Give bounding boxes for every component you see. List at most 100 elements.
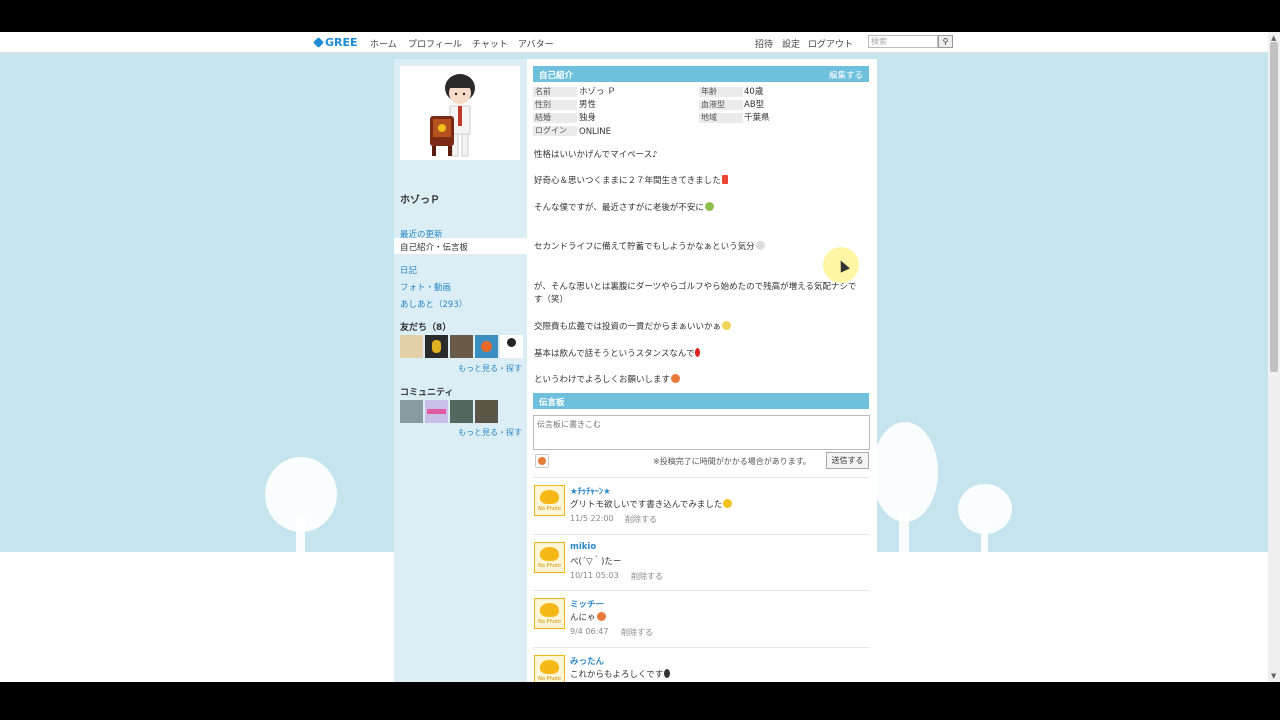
friends-heading: 友だち（8） — [400, 323, 452, 333]
tree-decoration — [958, 484, 1012, 554]
friend-thumbnail[interactable] — [400, 335, 423, 358]
page-scrollbar[interactable]: ▲ ▼ — [1268, 32, 1280, 682]
friend-thumbnail[interactable] — [500, 335, 523, 358]
profile-label-gender: 性別 — [533, 100, 577, 110]
bow-face-icon — [671, 374, 681, 383]
thought-bubble-icon — [755, 241, 765, 250]
edit-profile-link[interactable]: 編集する — [829, 69, 863, 81]
community-thumbnail[interactable] — [475, 400, 498, 423]
board-message-input[interactable] — [533, 415, 870, 450]
browser-viewport: GREE ホーム プロフィール チャット アバター 招待 設定 ログアウト 検索… — [0, 32, 1280, 682]
friend-thumbnail[interactable] — [450, 335, 473, 358]
no-photo-avatar[interactable]: No Photo — [534, 598, 565, 629]
scroll-up-icon[interactable]: ▲ — [1271, 34, 1276, 42]
scroll-down-icon[interactable]: ▼ — [1271, 672, 1276, 680]
post-date: 11/5 22:00 — [570, 514, 614, 523]
sidebar-item-footprints[interactable]: あしあと（293） — [400, 298, 467, 310]
community-more-link[interactable]: もっと見る・探す — [458, 427, 522, 438]
profile-main: 自己紹介 編集する 名前 ホゾっ Ｐ 性別 男性 結婚 独身 ログイン ONLI… — [527, 59, 877, 682]
post-delete-link[interactable]: 削除する — [621, 627, 653, 638]
post-text: んにゃ — [570, 611, 606, 623]
sidebar-item-diary[interactable]: 日記 — [400, 264, 417, 276]
chili-icon — [695, 348, 701, 357]
no-photo-avatar[interactable]: No Photo — [534, 542, 565, 573]
friend-thumbnail[interactable] — [475, 335, 498, 358]
post-date: 10/11 05:03 — [570, 571, 619, 580]
tree-decoration — [872, 422, 938, 552]
post-text: グリトモ欲しいです書き込んでみました — [570, 498, 733, 510]
double-exclamation-icon — [721, 175, 728, 184]
board-post-note: ※投稿完了に時間がかかる場合があります。 — [653, 457, 811, 466]
intro-line: セカンドライフに備えて貯蓄でもしようかなぁという気分 — [534, 240, 765, 252]
intro-line: す（笑） — [534, 295, 569, 305]
board-send-button[interactable]: 送信する — [826, 452, 869, 469]
no-photo-avatar[interactable]: No Photo — [534, 485, 565, 516]
nav-logout[interactable]: ログアウト — [808, 37, 853, 50]
footprints-icon — [664, 669, 671, 678]
intro-line: というわけでよろしくお願いします — [534, 373, 681, 385]
post-text: これからもよろしくです — [570, 668, 671, 680]
no-photo-avatar[interactable]: No Photo — [534, 655, 565, 682]
search-icon[interactable]: ⚲ — [938, 35, 953, 48]
community-thumbnail[interactable] — [425, 400, 448, 423]
profile-label-login: ログイン — [533, 126, 577, 136]
profile-label-region: 地域 — [699, 113, 743, 123]
post-author[interactable]: mikio — [570, 542, 596, 552]
board-section-title: 伝言板 — [539, 398, 565, 408]
intro-line: が、そんな思いとは裏腹にダーツやらゴルフやら始めたので残高が増える気配ナシで — [534, 282, 857, 292]
profile-label-marriage: 結婚 — [533, 113, 577, 123]
intro-line: 基本は飲んで話そうというスタンスなんで — [534, 347, 701, 359]
intro-line: そんな僕ですが、最近さすがに老後が不安に — [534, 201, 714, 213]
board-post: No Photo ミッチー んにゃ 9/4 06:47 削除する — [533, 590, 869, 647]
profile-sidebar: ホゾっＰ 最近の更新 自己紹介・伝言板 日記 フォト・動画 あしあと（293） … — [394, 59, 527, 682]
profile-value-gender: 男性 — [579, 100, 597, 110]
community-thumbnail[interactable] — [400, 400, 423, 423]
nav-settings[interactable]: 設定 — [782, 37, 800, 50]
community-thumbnail[interactable] — [450, 400, 473, 423]
nav-profile[interactable]: プロフィール — [408, 37, 462, 50]
intro-line: 性格はいいかげんでマイペース♪ — [534, 150, 658, 160]
emoji-picker-icon[interactable] — [535, 454, 549, 468]
sparkle-icon — [723, 499, 733, 508]
profile-section-header: 自己紹介 編集する — [533, 66, 869, 82]
avatar[interactable] — [400, 66, 520, 160]
profile-label-blood: 血液型 — [699, 100, 743, 110]
nav-chat[interactable]: チャット — [472, 37, 508, 50]
community-heading: コミュニティ — [400, 388, 454, 398]
profile-value-region: 千葉県 — [744, 113, 770, 123]
post-delete-link[interactable]: 削除する — [625, 514, 657, 525]
scrollbar-thumb[interactable] — [1270, 42, 1278, 372]
top-navigation-bar: GREE ホーム プロフィール チャット アバター 招待 設定 ログアウト 検索… — [0, 32, 1268, 53]
intro-line: 交際費も広義では投資の一貫だからまぁいいかぁ — [534, 320, 732, 332]
board-post: No Photo mikio ぺ(´▽｀)たー 10/11 05:03 削除する — [533, 534, 869, 591]
user-name: ホゾっＰ — [400, 195, 440, 206]
post-text: ぺ(´▽｀)たー — [570, 557, 622, 567]
gree-logo[interactable]: GREE — [313, 36, 358, 49]
sidebar-item-intro-board[interactable]: 自己紹介・伝言板 — [394, 238, 527, 254]
gree-hex-icon — [313, 37, 324, 48]
worried-face-icon — [704, 202, 714, 211]
post-author[interactable]: ★ﾁｯﾁｬｰﾝ★ — [570, 485, 611, 497]
nav-invite[interactable]: 招待 — [755, 37, 773, 50]
smile-face-icon — [722, 321, 732, 330]
friends-more-link[interactable]: もっと見る・探す — [458, 363, 522, 374]
profile-label-age: 年齢 — [699, 87, 743, 97]
post-author[interactable]: ミッチー — [570, 598, 604, 610]
search-input[interactable]: 検索 — [868, 35, 938, 48]
tree-decoration — [265, 457, 337, 557]
board-post: No Photo ★ﾁｯﾁｬｰﾝ★ グリトモ欲しいです書き込んでみました 11/… — [533, 477, 869, 534]
bow-face-icon — [596, 612, 606, 621]
post-author[interactable]: みったん — [570, 655, 604, 667]
intro-line: 好奇心＆思いつくままに２７年間生きてきました — [534, 174, 728, 186]
sidebar-item-photo[interactable]: フォト・動画 — [400, 281, 451, 293]
board-post: No Photo みったん これからもよろしくです — [533, 647, 869, 682]
board-section-header: 伝言板 — [533, 393, 869, 409]
post-delete-link[interactable]: 削除する — [631, 571, 663, 582]
nav-avatar[interactable]: アバター — [518, 37, 554, 50]
profile-value-age: 40歳 — [744, 87, 764, 97]
profile-value-name: ホゾっ Ｐ — [579, 87, 616, 97]
nav-home[interactable]: ホーム — [370, 37, 397, 50]
post-date: 9/4 06:47 — [570, 627, 609, 636]
friend-thumbnail[interactable] — [425, 335, 448, 358]
profile-value-login: ONLINE — [579, 127, 612, 137]
